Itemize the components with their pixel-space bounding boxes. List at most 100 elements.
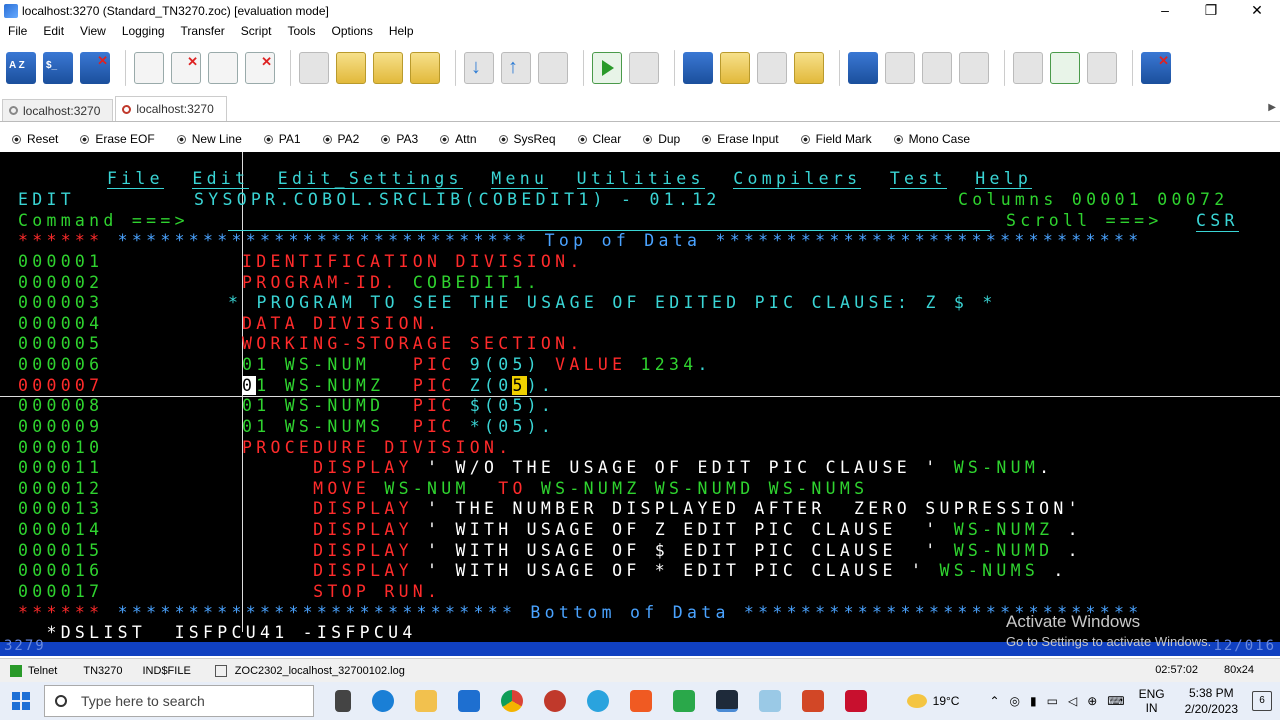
language-icon[interactable]: ⌨ xyxy=(1107,694,1124,708)
windows-start-icon[interactable] xyxy=(12,692,30,710)
stop-script-icon[interactable] xyxy=(629,52,659,84)
chevron-up-icon[interactable]: ⌃ xyxy=(989,694,999,708)
source-line[interactable]: PROCEDURE DIVISION. xyxy=(242,438,512,459)
source-line[interactable]: 01 WS-NUMS PIC *(05). xyxy=(242,417,555,438)
close-all-icon[interactable]: ✕ xyxy=(245,52,275,84)
terminal-options-icon[interactable] xyxy=(848,52,878,84)
ispf-menu-help[interactable]: Help xyxy=(975,169,1033,189)
taskbar-search-input[interactable]: Type here to search xyxy=(44,685,314,717)
line-number[interactable]: 000016 xyxy=(18,561,103,582)
ispf-menu-file[interactable]: File xyxy=(106,169,164,189)
menu-script[interactable]: Script xyxy=(233,24,280,38)
ispf-menu-test[interactable]: Test xyxy=(889,169,947,189)
menu-edit[interactable]: Edit xyxy=(35,24,72,38)
tab-session-1[interactable]: localhost:3270 xyxy=(2,99,114,121)
paste-icon[interactable] xyxy=(336,52,366,84)
erase-eof-button[interactable]: Erase EOF xyxy=(80,132,155,146)
notifications-icon[interactable]: 6 xyxy=(1252,691,1272,711)
new-session-icon[interactable] xyxy=(134,52,164,84)
layout-icon[interactable] xyxy=(959,52,989,84)
mail-icon[interactable] xyxy=(458,690,480,712)
ispf-menu-utilities[interactable]: Utilities xyxy=(576,169,705,189)
source-line[interactable]: PROGRAM-ID. COBEDIT1. xyxy=(242,273,541,294)
source-line[interactable]: DISPLAY ' WITH USAGE OF * EDIT PIC CLAUS… xyxy=(242,561,1068,582)
close-session-icon[interactable]: ✕ xyxy=(171,52,201,84)
line-number[interactable]: 000003 xyxy=(18,293,103,314)
tools-icon[interactable] xyxy=(1013,52,1043,84)
line-number[interactable]: 000005 xyxy=(18,334,103,355)
copy-icon[interactable] xyxy=(299,52,329,84)
chrome-icon[interactable] xyxy=(501,690,523,712)
pa2-button[interactable]: PA2 xyxy=(322,132,359,146)
input-language[interactable]: ENG IN xyxy=(1139,687,1165,715)
new-line-button[interactable]: New Line xyxy=(176,132,242,146)
line-number[interactable]: 000002 xyxy=(18,273,103,294)
reset-button[interactable]: Reset xyxy=(12,132,58,146)
line-number[interactable]: 000009 xyxy=(18,417,103,438)
source-line[interactable]: STOP RUN. xyxy=(242,582,441,603)
taskbar-clock[interactable]: 5:38 PM 2/20/2023 xyxy=(1185,685,1238,717)
zoc-terminal-icon[interactable] xyxy=(716,690,738,712)
acrobat-icon[interactable] xyxy=(845,690,867,712)
menu-view[interactable]: View xyxy=(72,24,114,38)
paint-icon[interactable] xyxy=(759,690,781,712)
line-number[interactable]: 000011 xyxy=(18,458,103,479)
ispf-menu-edit-settings[interactable]: Edit_Settings xyxy=(277,169,463,189)
mono-case-button[interactable]: Mono Case xyxy=(893,132,970,146)
line-number[interactable]: 000008 xyxy=(18,396,103,417)
powerpoint-icon[interactable] xyxy=(802,690,824,712)
terminal-screen[interactable]: File Edit Edit_Settings Menu Utilities C… xyxy=(0,152,1280,656)
globe-icon[interactable]: ⊕ xyxy=(1087,694,1097,708)
source-line[interactable]: DISPLAY ' WITH USAGE OF $ EDIT PIC CLAUS… xyxy=(242,541,1082,562)
menu-options[interactable]: Options xyxy=(323,24,380,38)
colors-icon[interactable] xyxy=(922,52,952,84)
host-directory-icon[interactable] xyxy=(683,52,713,84)
brave-icon[interactable] xyxy=(630,690,652,712)
comment-line[interactable]: * PROGRAM TO SEE THE USAGE OF EDITED PIC… xyxy=(228,293,997,314)
scroll-input[interactable]: CSR xyxy=(1196,211,1239,232)
pa1-button[interactable]: PA1 xyxy=(263,132,301,146)
task-view-icon[interactable] xyxy=(335,690,351,712)
network-icon[interactable]: ◎ xyxy=(1010,694,1020,708)
line-number[interactable]: 000010 xyxy=(18,438,103,459)
volume-icon[interactable]: ◁ xyxy=(1068,694,1077,708)
telegram-icon[interactable] xyxy=(587,690,609,712)
folder-icon[interactable] xyxy=(794,52,824,84)
maximize-button[interactable]: ❐ xyxy=(1188,0,1234,22)
run-script-icon[interactable] xyxy=(592,52,622,84)
minimize-button[interactable]: – xyxy=(1142,0,1188,22)
printer-icon[interactable] xyxy=(757,52,787,84)
file-explorer-icon[interactable] xyxy=(415,690,437,712)
line-number-current[interactable]: 000007 xyxy=(18,376,103,397)
text-transfer-icon[interactable] xyxy=(538,52,568,84)
source-line-current[interactable]: 01 WS-NUMZ PIC Z(05). xyxy=(242,376,555,397)
dup-button[interactable]: Dup xyxy=(643,132,680,146)
snipping-tool-icon[interactable] xyxy=(544,690,566,712)
sysreq-button[interactable]: SysReq xyxy=(498,132,556,146)
weather-icon[interactable] xyxy=(906,694,927,708)
menu-logging[interactable]: Logging xyxy=(114,24,173,38)
line-number[interactable]: 000012 xyxy=(18,479,103,500)
pa3-button[interactable]: PA3 xyxy=(381,132,418,146)
status-log[interactable]: ZOC2302_localhost_32700102.log xyxy=(214,664,405,677)
paste-special-icon[interactable] xyxy=(410,52,440,84)
clear-button[interactable]: Clear xyxy=(577,132,621,146)
hackerrank-icon[interactable] xyxy=(673,690,695,712)
temperature[interactable]: 19°C xyxy=(933,694,960,708)
menu-transfer[interactable]: Transfer xyxy=(173,24,233,38)
erase-input-button[interactable]: Erase Input xyxy=(702,132,779,146)
source-line[interactable]: DISPLAY ' W/O THE USAGE OF EDIT PIC CLAU… xyxy=(242,458,1053,479)
attn-button[interactable]: Attn xyxy=(440,132,477,146)
line-number[interactable]: 000004 xyxy=(18,314,103,335)
source-line[interactable]: 01 WS-NUMD PIC $(05). xyxy=(242,396,555,417)
source-line[interactable]: DISPLAY ' WITH USAGE OF Z EDIT PIC CLAUS… xyxy=(242,520,1082,541)
duplicate-session-icon[interactable] xyxy=(208,52,238,84)
dslist-line[interactable]: *DSLIST ISFPCU41 -ISFPCU4 xyxy=(18,623,417,644)
line-number[interactable]: 000006 xyxy=(18,355,103,376)
source-line[interactable]: 01 WS-NUM PIC 9(05) VALUE 1234. xyxy=(242,355,712,376)
battery-icon[interactable]: ▭ xyxy=(1047,694,1058,708)
session-profile-icon[interactable] xyxy=(720,52,750,84)
connect-icon[interactable]: $_ xyxy=(43,52,73,84)
source-line[interactable]: DATA DIVISION. xyxy=(242,314,441,335)
log-checkbox[interactable] xyxy=(214,664,227,677)
